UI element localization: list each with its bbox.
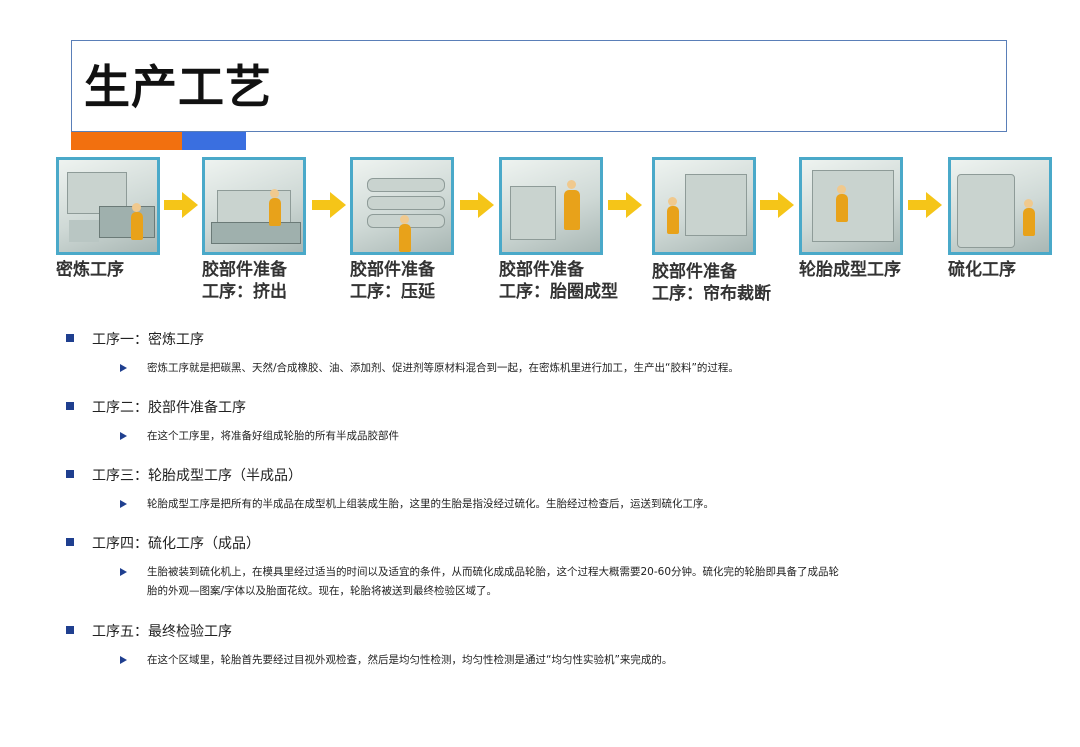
step-label: 密炼工序 [56, 260, 124, 280]
arrow-icon [760, 192, 794, 218]
tire-building-photo [799, 157, 903, 255]
step-label: 轮胎成型工序 [799, 260, 901, 280]
accent-bar-blue [182, 132, 246, 150]
ply-cutting-photo [652, 157, 756, 255]
process-step-1: 密炼工序 [56, 157, 160, 280]
calendering-photo [350, 157, 454, 255]
title-box: 生产工艺 [71, 40, 1007, 132]
step-label: 胶部件准备 工序：挤出 [202, 260, 287, 302]
process-step-5: 胶部件准备 工序：帘布裁断 [652, 157, 771, 304]
arrow-icon [312, 192, 346, 218]
page-title: 生产工艺 [84, 60, 272, 114]
curing-photo [948, 157, 1052, 255]
step-label: 胶部件准备 工序：胎圈成型 [499, 260, 618, 302]
arrow-icon [908, 192, 942, 218]
bead-forming-photo [499, 157, 603, 255]
process-step-2: 胶部件准备 工序：挤出 [202, 157, 306, 302]
extrusion-photo [202, 157, 306, 255]
mixing-photo [56, 157, 160, 255]
arrow-icon [608, 192, 642, 218]
step-label: 胶部件准备 工序：压延 [350, 260, 435, 302]
process-step-6: 轮胎成型工序 [799, 157, 903, 280]
arrow-icon [460, 192, 494, 218]
step-label: 胶部件准备 工序：帘布裁断 [652, 262, 771, 304]
process-step-3: 胶部件准备 工序：压延 [350, 157, 454, 302]
process-step-4: 胶部件准备 工序：胎圈成型 [499, 157, 618, 302]
step-label: 硫化工序 [948, 260, 1016, 280]
arrow-icon [164, 192, 198, 218]
accent-bar-orange [71, 132, 182, 150]
process-step-7: 硫化工序 [948, 157, 1052, 280]
